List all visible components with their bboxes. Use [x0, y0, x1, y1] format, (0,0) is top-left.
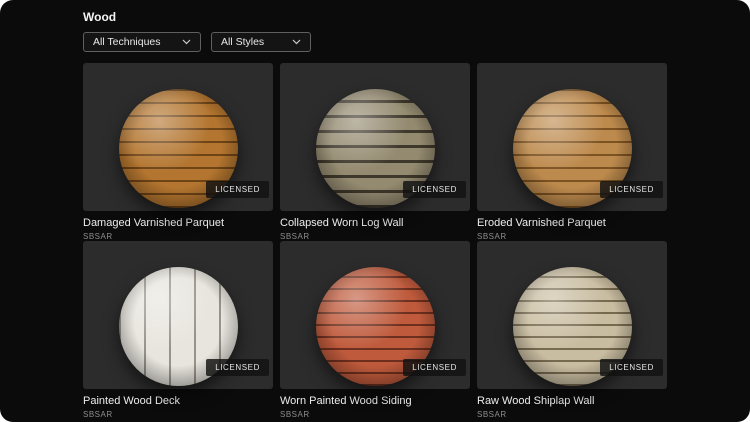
- techniques-filter-dropdown[interactable]: All Techniques: [83, 32, 201, 52]
- licensed-badge: LICENSED: [403, 181, 466, 198]
- material-thumbnail[interactable]: LICENSED: [477, 241, 667, 389]
- screenshot-frame: Wood All Techniques All Styles LICENSED …: [0, 0, 750, 422]
- material-card[interactable]: LICENSED Raw Wood Shiplap Wall SBSAR: [477, 241, 667, 419]
- filter-bar: All Techniques All Styles: [83, 32, 667, 52]
- material-card[interactable]: LICENSED Painted Wood Deck SBSAR: [83, 241, 273, 419]
- material-format: SBSAR: [83, 410, 113, 419]
- material-card[interactable]: LICENSED Collapsed Worn Log Wall SBSAR: [280, 63, 470, 241]
- material-format: SBSAR: [477, 232, 507, 241]
- material-card[interactable]: LICENSED Eroded Varnished Parquet SBSAR: [477, 63, 667, 241]
- licensed-badge: LICENSED: [206, 359, 269, 376]
- wood-assets-panel: Wood All Techniques All Styles LICENSED …: [0, 0, 750, 422]
- licensed-badge: LICENSED: [403, 359, 466, 376]
- material-title[interactable]: Collapsed Worn Log Wall: [280, 217, 470, 229]
- material-format: SBSAR: [477, 410, 507, 419]
- material-title[interactable]: Raw Wood Shiplap Wall: [477, 395, 667, 407]
- licensed-badge: LICENSED: [206, 181, 269, 198]
- material-thumbnail[interactable]: LICENSED: [477, 63, 667, 211]
- material-format: SBSAR: [280, 410, 310, 419]
- styles-filter-dropdown[interactable]: All Styles: [211, 32, 311, 52]
- chevron-down-icon: [182, 39, 191, 45]
- licensed-badge: LICENSED: [600, 181, 663, 198]
- material-thumbnail[interactable]: LICENSED: [83, 241, 273, 389]
- material-thumbnail[interactable]: LICENSED: [280, 63, 470, 211]
- materials-grid: LICENSED Damaged Varnished Parquet SBSAR…: [83, 63, 667, 419]
- content-area: Wood All Techniques All Styles LICENSED …: [0, 0, 750, 419]
- material-title[interactable]: Damaged Varnished Parquet: [83, 217, 273, 229]
- chevron-down-icon: [292, 39, 301, 45]
- licensed-badge: LICENSED: [600, 359, 663, 376]
- material-card[interactable]: LICENSED Damaged Varnished Parquet SBSAR: [83, 63, 273, 241]
- material-title[interactable]: Painted Wood Deck: [83, 395, 273, 407]
- techniques-filter-value: All Techniques: [93, 36, 161, 48]
- material-card[interactable]: LICENSED Worn Painted Wood Siding SBSAR: [280, 241, 470, 419]
- material-format: SBSAR: [280, 232, 310, 241]
- material-format: SBSAR: [83, 232, 113, 241]
- material-title[interactable]: Worn Painted Wood Siding: [280, 395, 470, 407]
- material-title[interactable]: Eroded Varnished Parquet: [477, 217, 667, 229]
- styles-filter-value: All Styles: [221, 36, 265, 48]
- material-thumbnail[interactable]: LICENSED: [280, 241, 470, 389]
- material-thumbnail[interactable]: LICENSED: [83, 63, 273, 211]
- page-title: Wood: [83, 10, 117, 24]
